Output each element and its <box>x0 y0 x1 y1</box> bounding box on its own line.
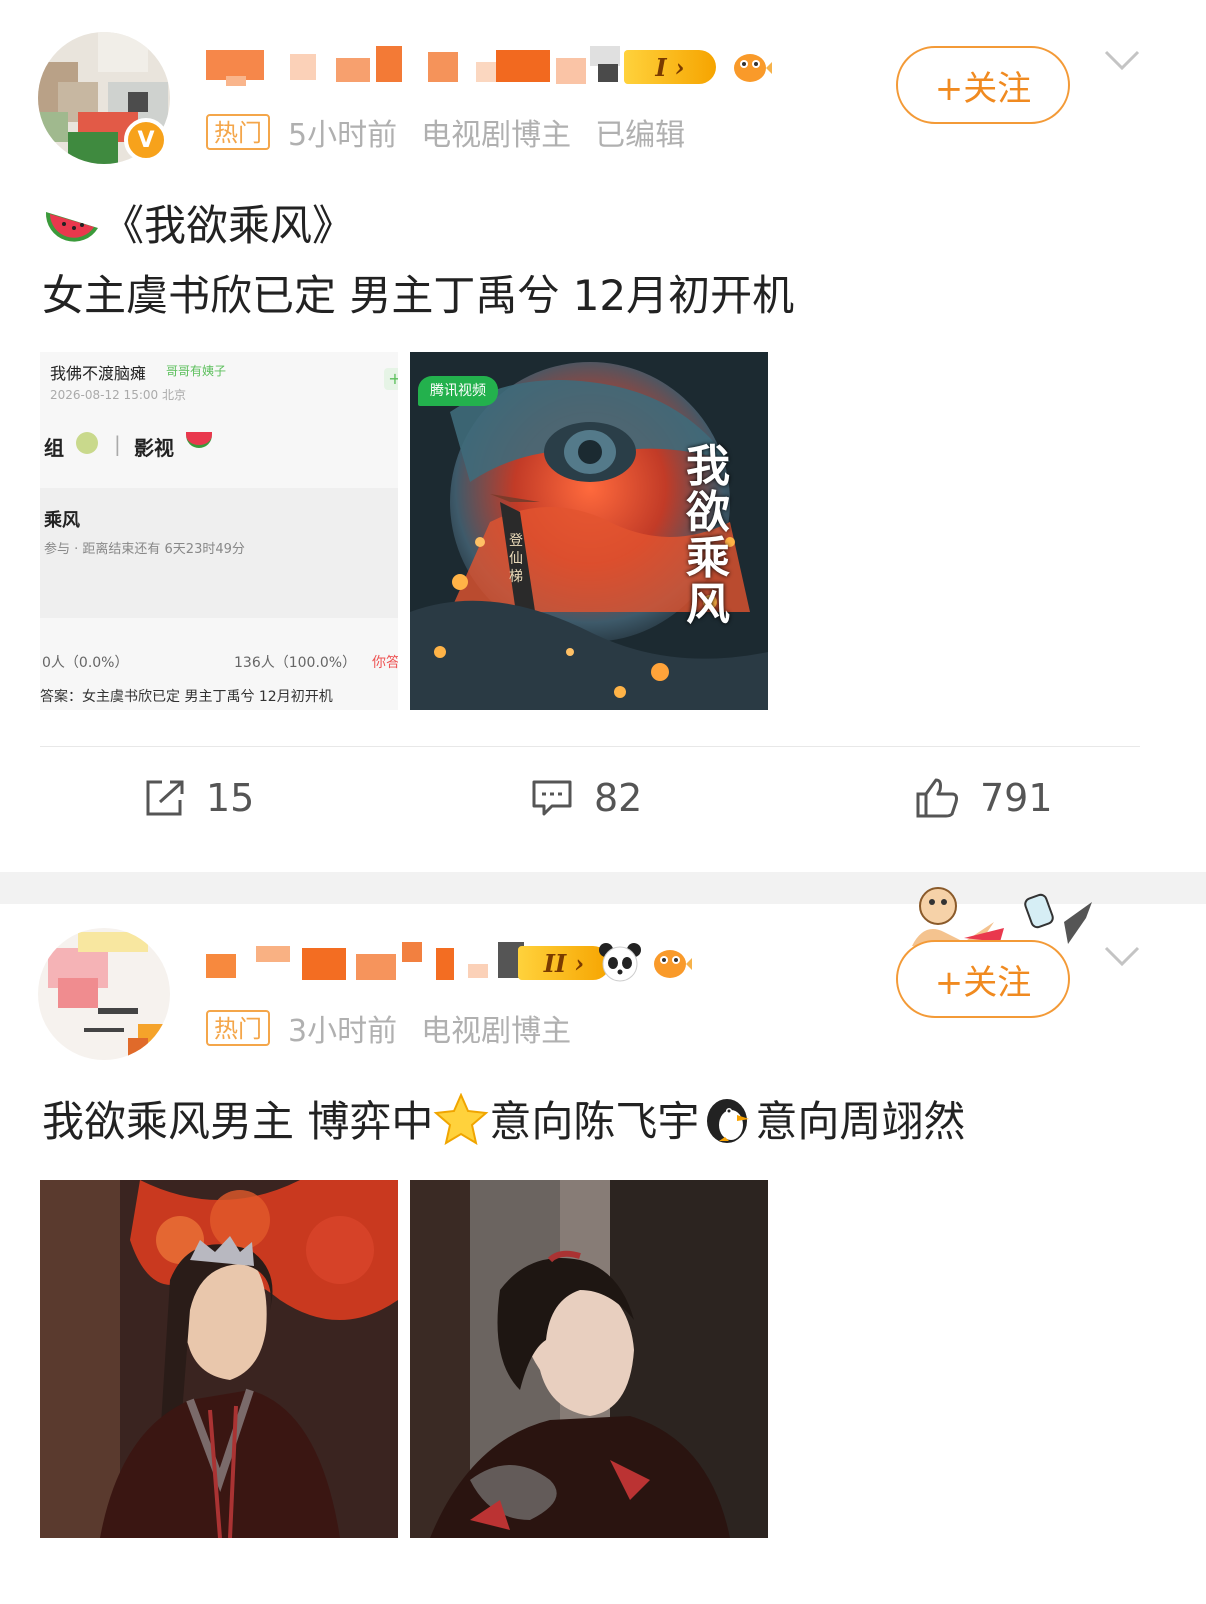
comment-icon <box>532 780 572 816</box>
chevron-down-icon[interactable] <box>1102 940 1142 970</box>
screenshot-right-count: 136人（100.0%） <box>234 655 357 671</box>
like-count: 791 <box>980 776 1053 820</box>
post-body-segment-1: 我欲乘风男主 博弈中 <box>42 1097 434 1146</box>
post-time: 5小时前 <box>288 118 398 153</box>
poster-title-char-2: 欲 <box>686 487 730 538</box>
post-body-text: 女主虞书欣已定 男主丁禹兮 12月初开机 <box>42 271 795 320</box>
pufferfish-icon <box>654 950 692 978</box>
hot-tag[interactable]: 热门 <box>206 1010 270 1046</box>
post-meta: 热门 3小时前 电视剧博主 <box>206 1006 571 1050</box>
comment-count: 82 <box>594 776 643 820</box>
post-title-line: 《我欲乘风》 <box>42 192 354 253</box>
author-role: 电视剧博主 <box>421 1014 572 1049</box>
screenshot-poster-tag: 哥哥有姨子 <box>166 364 227 378</box>
post-body-segment-3: 意向周翊然 <box>755 1097 966 1146</box>
author-role: 电视剧博主 <box>421 118 572 153</box>
verified-icon: V <box>124 118 168 162</box>
separator-bar: | <box>114 432 121 456</box>
hot-tag[interactable]: 热门 <box>206 114 270 150</box>
screenshot-answer: 答案：女主虞书欣已定 男主丁禹兮 12月初开机 <box>40 689 333 705</box>
post-body-segment-2: 意向陈飞宇 <box>489 1097 700 1146</box>
image-actor-2[interactable] <box>410 1180 768 1538</box>
avatar[interactable] <box>38 928 170 1060</box>
repost-count: 15 <box>206 776 255 820</box>
tencent-video-logo: 腾讯视频 <box>418 376 498 406</box>
image-actor-1[interactable] <box>40 1180 398 1538</box>
watermelon-icon <box>186 432 212 448</box>
watermelon-icon <box>45 211 98 242</box>
star-icon <box>433 1092 489 1145</box>
follow-button[interactable]: +关注 <box>896 46 1070 124</box>
screenshot-you-answer: 你答 <box>372 655 398 671</box>
edited-label[interactable]: 已编辑 <box>595 110 685 154</box>
chevron-down-icon[interactable] <box>1102 44 1142 74</box>
post-body-text: 我欲乘风男主 博弈中 意向陈飞宇 意向周翊然 <box>42 1088 965 1149</box>
actor-2-photo <box>410 1180 768 1538</box>
poster-title: 我 欲 乘 风 <box>678 444 738 628</box>
post-title-text: 《我欲乘风》 <box>102 201 355 250</box>
image-poster[interactable]: 腾讯视频 我 欲 乘 风 登仙梯 <box>410 352 768 710</box>
poster-title-char-3: 乘 <box>686 533 730 584</box>
follow-button[interactable]: +关注 <box>896 940 1070 1018</box>
screenshot-participate: 参与 · 距离结束还有 6天23时49分 <box>44 542 245 557</box>
screenshot-group-label: 组 <box>44 436 64 460</box>
post-card-2: II › 热门 3小时前 电视剧博主 +关注 我欲乘风男主 博弈中 意向陈飞宇 … <box>0 887 1206 1604</box>
repost-button[interactable]: 15 <box>144 770 254 826</box>
screenshot-left-count: 0人（0.0%） <box>42 655 129 671</box>
penguin-icon <box>707 1098 750 1143</box>
poster-title-char-4: 风 <box>686 579 730 630</box>
pillar-text: 登仙梯 <box>509 533 523 585</box>
panda-icon <box>599 943 641 982</box>
screenshot-topic: 乘风 <box>44 510 80 531</box>
post-time: 3小时前 <box>288 1014 398 1049</box>
username-blurred[interactable] <box>206 942 526 982</box>
level-badge: II › <box>518 946 610 980</box>
poster-title-char-1: 我 <box>686 441 730 492</box>
repost-icon <box>146 780 184 816</box>
like-button[interactable]: 791 <box>914 770 1053 826</box>
image-screenshot[interactable]: 我佛不渡脑瘫 哥哥有姨子 + 2026-08-12 15:00 北京 组 | 影… <box>40 352 398 710</box>
action-divider <box>40 746 1140 747</box>
actor-1-photo <box>40 1180 398 1538</box>
plus-icon: + <box>384 368 398 390</box>
post-meta: 热门 5小时前 电视剧博主 已编辑 <box>206 110 685 154</box>
melon-icon <box>76 432 98 454</box>
pufferfish-icon <box>734 54 772 82</box>
level-badge: I › <box>624 50 716 84</box>
like-icon <box>916 778 958 818</box>
comment-button[interactable]: 82 <box>530 770 642 826</box>
screenshot-poster-name: 我佛不渡脑瘫 <box>50 364 147 383</box>
screenshot-date: 2026-08-12 15:00 北京 <box>50 388 186 402</box>
post-card-1: V I › 热门 5小时前 电视剧博主 已编辑 +关注 《我欲乘风》 女主虞书欣… <box>0 0 1206 872</box>
username-blurred[interactable] <box>206 46 626 86</box>
screenshot-section: 影视 <box>134 436 174 460</box>
